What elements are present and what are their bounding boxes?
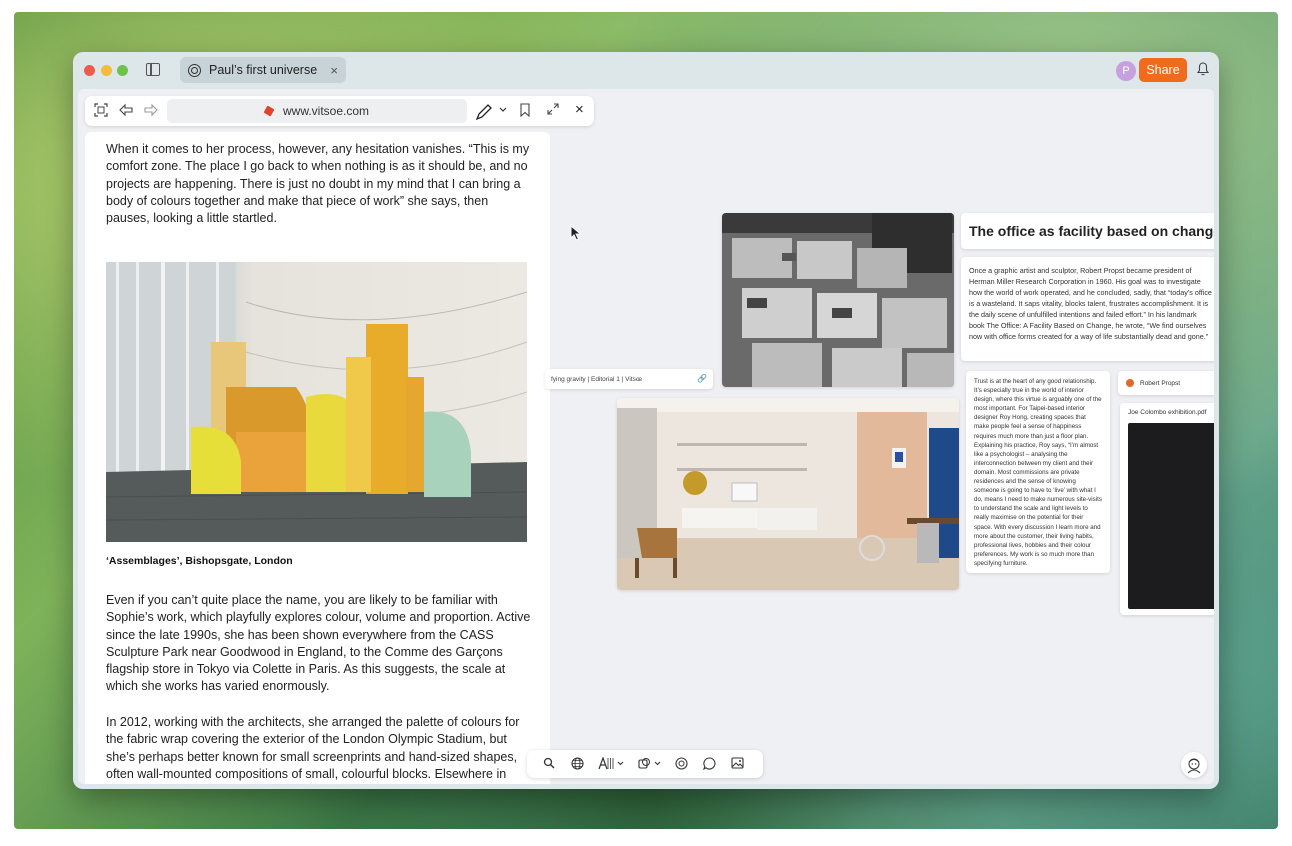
assemblages-image	[106, 262, 527, 542]
search-icon[interactable]	[543, 757, 555, 769]
link-icon: 🔗	[697, 374, 707, 383]
universe-icon	[188, 63, 201, 77]
app-window: Paul’s first universe × P Share www.vits…	[73, 52, 1219, 789]
url-text: www.vitsoe.com	[282, 104, 370, 118]
chevron-down-icon[interactable]	[617, 761, 624, 766]
minimize-window-button[interactable]	[101, 65, 112, 76]
text-card[interactable]: Trust is at the heart of any good relati…	[966, 371, 1110, 573]
close-icon[interactable]: ×	[575, 102, 584, 118]
pdf-preview	[1128, 423, 1214, 609]
image-icon[interactable]	[731, 757, 744, 769]
tab-close-icon[interactable]: ×	[330, 63, 338, 78]
link-card[interactable]: fying gravity | Editorial 1 | Vitsœ 🔗	[545, 369, 713, 389]
share-button[interactable]: Share	[1139, 58, 1187, 82]
office-photo-card[interactable]	[722, 213, 954, 387]
pdf-card[interactable]: Joe Colombo exhibition.pdf	[1120, 403, 1214, 615]
bottom-toolbar	[527, 750, 763, 778]
heading-card[interactable]: The office as facility based on change	[961, 213, 1214, 249]
shapes-icon[interactable]	[638, 757, 651, 770]
pdf-title: Joe Colombo exhibition.pdf	[1128, 409, 1207, 416]
image-caption: ‘Assemblages’, Bishopsgate, London	[106, 555, 293, 567]
tab-title: Paul’s first universe	[209, 63, 318, 77]
text-card[interactable]: Once a graphic artist and sculptor, Robe…	[961, 257, 1214, 361]
sidebar-toggle-icon[interactable]	[146, 63, 160, 76]
forward-icon[interactable]	[144, 103, 158, 117]
article-paragraph: In 2012, working with the architects, sh…	[106, 715, 520, 781]
pen-icon[interactable]	[475, 103, 493, 121]
mouse-cursor-icon	[570, 225, 582, 241]
assistant-avatar[interactable]	[1181, 752, 1207, 778]
canvas[interactable]: www.vitsoe.com × When it comes to her pr…	[78, 89, 1214, 784]
link-card-title: fying gravity | Editorial 1 | Vitsœ	[551, 375, 643, 383]
close-window-button[interactable]	[84, 65, 95, 76]
person-icon	[1126, 379, 1134, 387]
text-card-body: Once a graphic artist and sculptor, Robe…	[969, 266, 1212, 341]
bell-icon[interactable]	[1197, 62, 1209, 76]
zoom-window-button[interactable]	[117, 65, 128, 76]
site-favicon-icon	[263, 105, 275, 117]
tab-universe[interactable]: Paul’s first universe ×	[180, 57, 346, 83]
person-name: Robert Propst	[1140, 379, 1181, 387]
url-bar[interactable]: www.vitsoe.com	[167, 99, 467, 123]
chevron-down-icon[interactable]	[499, 107, 507, 113]
comment-icon[interactable]	[703, 757, 716, 770]
article-paragraph: When it comes to her process, however, a…	[106, 142, 530, 226]
person-card[interactable]: Robert Propst	[1118, 371, 1214, 395]
globe-icon[interactable]	[571, 757, 584, 770]
title-bar: Paul’s first universe × P Share	[73, 52, 1219, 88]
chevron-down-icon[interactable]	[654, 761, 661, 766]
expand-icon[interactable]	[547, 103, 559, 115]
avatar[interactable]: P	[1116, 61, 1136, 81]
browser-toolbar: www.vitsoe.com ×	[85, 96, 594, 126]
back-icon[interactable]	[119, 103, 133, 117]
bookmark-icon[interactable]	[520, 103, 530, 117]
focus-icon[interactable]	[94, 103, 108, 117]
universe-icon[interactable]	[675, 757, 688, 770]
text-card-body: Trust is at the heart of any good relati…	[974, 378, 1102, 567]
text-style-icon[interactable]	[598, 757, 614, 770]
article-paragraph: Even if you can’t quite place the name, …	[106, 593, 531, 694]
interior-photo-card[interactable]	[617, 398, 959, 590]
assistant-face-icon	[1187, 758, 1201, 774]
article-panel[interactable]: When it comes to her process, however, a…	[85, 132, 550, 784]
